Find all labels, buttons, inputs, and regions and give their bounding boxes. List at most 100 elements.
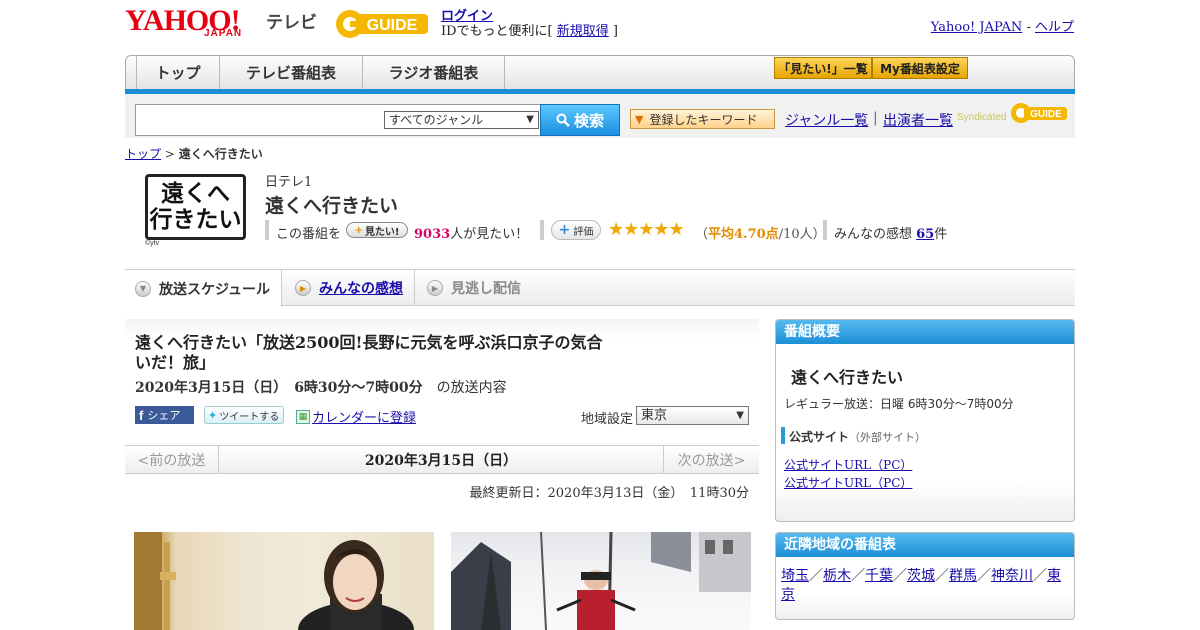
region-select-value: 東京 — [641, 408, 668, 423]
facebook-share-button[interactable]: f シェア — [135, 406, 194, 424]
channel-name: 日テレ1 — [265, 175, 313, 190]
triangle-down-icon: ▼ — [635, 112, 644, 126]
region-label: 地域設定 — [581, 412, 634, 427]
avg-score: 平均4.70点 — [708, 227, 779, 242]
search-button[interactable]: 検索 — [540, 104, 620, 136]
slash: ／ — [809, 568, 823, 584]
avg-count: /10人） — [778, 227, 826, 242]
tweet-button[interactable]: ✦ ツイートする — [204, 406, 284, 424]
dropdown-arrow-icon: ▼ — [736, 410, 744, 421]
facebook-share-label: シェア — [147, 410, 181, 422]
breadcrumb-current: 遠くへ行きたい — [178, 147, 263, 161]
tab-broadcast-schedule-label: 放送スケジュール — [159, 281, 271, 298]
nearby-heading: 近隣地域の番組表 — [776, 533, 1074, 557]
tweet-label: ツイートする — [219, 411, 280, 423]
regular-broadcast: レギュラー放送：日曜 6時30分～7時00分 — [784, 397, 1014, 411]
official-site-heading: 公式サイト（外部サイト） — [789, 428, 926, 445]
my-schedule-button[interactable]: My番組表設定 — [872, 57, 968, 79]
episode-datetime: 2020年3月15日（日） 6時30分～7時00分 — [135, 380, 423, 396]
impress-label: みんなの感想 — [834, 227, 917, 242]
syndicated-logo-text: GUIDE — [1030, 109, 1062, 120]
breadcrumb-sep: > — [161, 147, 179, 161]
breadcrumb-top[interactable]: トップ — [125, 147, 161, 161]
slash: ／ — [851, 568, 865, 584]
signup-link[interactable]: 新規取得 — [557, 24, 609, 39]
official-url-link-1[interactable]: 公式サイトURL（PC） — [784, 456, 912, 473]
divider — [265, 220, 269, 240]
impress-count-link[interactable]: 65 — [916, 227, 934, 242]
plus-icon: + — [354, 224, 363, 236]
syndicated-label: Syndicated — [957, 112, 1007, 123]
next-broadcast-button[interactable]: 次の放送> — [663, 446, 759, 474]
summary-program-title: 遠くへ行きたい — [791, 368, 904, 387]
program-title: 遠くへ行きたい — [265, 195, 399, 217]
want-count-number: 9033 — [414, 227, 451, 242]
region-link-saitama[interactable]: 埼玉 — [781, 568, 809, 584]
tab-impressions[interactable]: ▶ みんなの感想 — [285, 270, 415, 306]
region-link-gunma[interactable]: 群馬 — [949, 568, 977, 584]
region-select[interactable]: 東京 ▼ — [636, 406, 749, 425]
mitai-list-button[interactable]: 「見たい!」一覧 — [774, 57, 872, 79]
syndicated-gguide-logo: GUIDE — [1010, 102, 1068, 124]
date-navigation: <前の放送 2020年3月15日（日） 次の放送> — [125, 445, 759, 474]
last-updated: 最終更新日：2020年3月13日（金） 11時30分 — [469, 486, 749, 501]
current-broadcast-date: 2020年3月15日（日） — [364, 453, 518, 469]
episode-photo-1 — [134, 532, 434, 630]
slash: ／ — [893, 568, 907, 584]
episode-date-suffix: の放送内容 — [436, 380, 507, 396]
genre-list-link[interactable]: ジャンル一覧 — [785, 110, 868, 130]
avg-open: （ — [695, 227, 709, 242]
want-to-watch-button[interactable]: + 見たい! — [346, 222, 408, 238]
genre-select-value: すべてのジャンル — [389, 113, 484, 127]
registered-keyword-label: 登録したキーワード — [649, 112, 758, 127]
chevron-right-icon: ▶ — [295, 280, 311, 296]
plus-icon: + — [558, 222, 571, 238]
region-link-ibaraki[interactable]: 茨城 — [907, 568, 935, 584]
prev-broadcast-button[interactable]: <前の放送 — [125, 446, 219, 474]
breadcrumb: トップ > 遠くへ行きたい — [125, 145, 263, 162]
tab-missed-stream-label: 見逃し配信 — [451, 281, 521, 297]
divider — [540, 220, 544, 240]
tab-top[interactable]: トップ — [136, 56, 220, 89]
genre-select[interactable]: すべてのジャンル ▼ — [384, 111, 539, 129]
region-link-tochigi[interactable]: 栃木 — [823, 568, 851, 584]
gguide-logo-text: GUIDE — [367, 17, 418, 34]
yahoo-japan-logo-sub: JAPAN — [204, 28, 243, 39]
tab-broadcast-schedule[interactable]: ▼ 放送スケジュール — [125, 270, 282, 307]
episode-date: 2020年3月15日（日） 6時30分～7時00分 の放送内容 — [135, 377, 507, 397]
search-icon — [556, 113, 570, 127]
chevron-down-icon: ▼ — [135, 280, 151, 297]
impress-suffix: 件 — [934, 227, 948, 242]
gguide-logo[interactable]: GUIDE — [334, 8, 434, 40]
tab-tv-schedule[interactable]: テレビ番組表 — [220, 56, 363, 89]
registered-keyword-button[interactable]: ▼ 登録したキーワード — [630, 109, 775, 129]
main-nav: トップ テレビ番組表 ラジオ番組表 「見たい!」一覧 My番組表設定 — [125, 55, 1075, 93]
official-site-label: 公式サイト — [789, 430, 850, 444]
cast-list-link[interactable]: 出演者一覧 — [883, 110, 953, 130]
nearby-region-links: 埼玉／栃木／千葉／茨城／群馬／神奈川／東京 — [781, 567, 1067, 605]
calendar-register-label: カレンダーに登録 — [312, 411, 417, 426]
official-url-link-2[interactable]: 公式サイトURL（PC） — [784, 474, 912, 491]
region-link-chiba[interactable]: 千葉 — [865, 568, 893, 584]
section-accent-bar — [781, 427, 785, 444]
tab-radio-schedule[interactable]: ラジオ番組表 — [363, 56, 505, 89]
slash: ／ — [935, 568, 949, 584]
region-link-kanagawa[interactable]: 神奈川 — [991, 568, 1033, 584]
calendar-icon: ▦ — [296, 409, 310, 424]
id-promo-prefix: IDでもっと便利に[ — [441, 24, 557, 39]
impressions: みんなの感想 65件 — [834, 223, 947, 242]
summary-heading: 番組概要 — [776, 320, 1074, 344]
chevron-right-icon: ▶ — [427, 280, 443, 296]
tab-missed-stream[interactable]: ▶ 見逃し配信 — [417, 270, 547, 306]
calendar-register-link[interactable]: ▦ カレンダーに登録 — [296, 407, 416, 426]
tv-logo[interactable]: テレビ — [266, 8, 317, 33]
episode-title: 遠くへ行きたい「放送2500回!長野に元気を呼ぶ浜口京子の気合いだ！旅」 — [135, 333, 603, 372]
yahoo-japan-link[interactable]: Yahoo! JAPAN — [931, 20, 1023, 35]
tab-impressions-label: みんなの感想 — [319, 281, 403, 297]
help-link[interactable]: ヘルプ — [1035, 20, 1074, 35]
rate-button[interactable]: + 評価 — [551, 220, 601, 240]
sub-tabs: ▼ 放送スケジュール ▶ みんなの感想 ▶ 見逃し配信 — [125, 269, 1075, 307]
want-button-label: 見たい! — [364, 226, 400, 238]
rate-button-label: 評価 — [573, 226, 594, 238]
slash: ／ — [977, 568, 991, 584]
